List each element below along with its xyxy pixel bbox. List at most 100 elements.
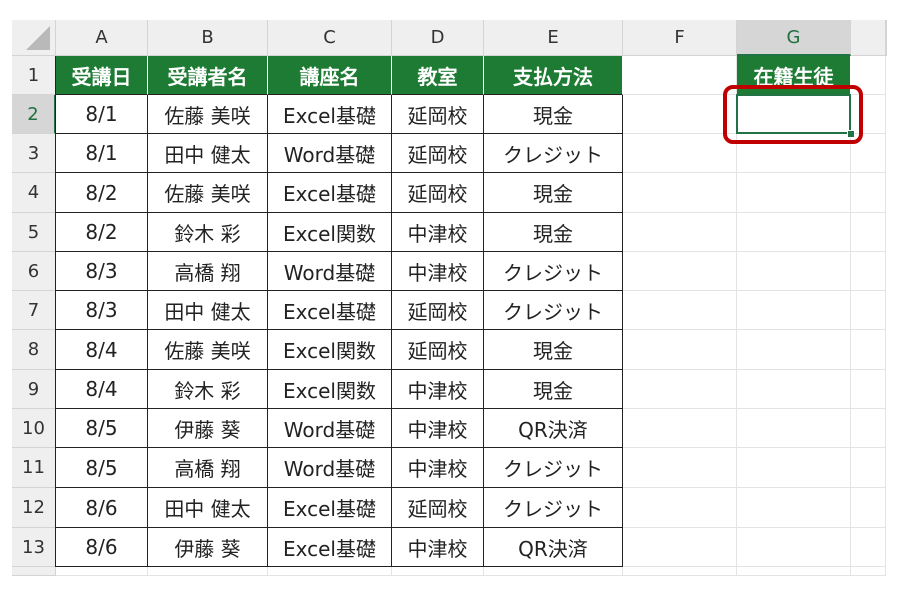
table-header-cell[interactable]: 教室 xyxy=(392,56,484,95)
empty-cell[interactable] xyxy=(851,448,886,488)
empty-cell[interactable] xyxy=(737,173,851,213)
row-header-4[interactable]: 4 xyxy=(12,173,56,213)
empty-cell[interactable] xyxy=(392,567,484,576)
table-cell[interactable]: Excel関数 xyxy=(268,213,392,252)
table-cell[interactable]: 田中 健太 xyxy=(148,488,268,528)
table-cell[interactable]: 8/2 xyxy=(56,173,148,213)
table-header-cell[interactable]: 受講者名 xyxy=(148,56,268,95)
table-cell[interactable]: 高橋 翔 xyxy=(148,252,268,291)
table-cell[interactable]: 伊藤 葵 xyxy=(148,528,268,567)
row-header-11[interactable]: 11 xyxy=(12,448,56,488)
empty-cell[interactable] xyxy=(737,409,851,448)
table-cell[interactable]: 8/1 xyxy=(56,134,148,173)
table-cell[interactable]: Excel関数 xyxy=(268,370,392,409)
table-cell[interactable]: 8/5 xyxy=(56,448,148,488)
table-cell[interactable]: 田中 健太 xyxy=(148,291,268,330)
empty-cell[interactable] xyxy=(851,252,886,291)
column-header-c[interactable]: C xyxy=(268,20,392,56)
empty-cell[interactable] xyxy=(851,488,886,528)
table-header-cell[interactable]: 支払方法 xyxy=(484,56,623,95)
empty-cell[interactable] xyxy=(623,409,737,448)
empty-cell[interactable] xyxy=(851,409,886,448)
empty-cell[interactable] xyxy=(623,213,737,252)
table-cell[interactable]: 高橋 翔 xyxy=(148,448,268,488)
row-header-13[interactable]: 13 xyxy=(12,528,56,567)
table-cell[interactable]: 延岡校 xyxy=(392,291,484,330)
table-cell[interactable]: クレジット xyxy=(484,252,623,291)
table-header-cell[interactable]: 受講日 xyxy=(56,56,148,95)
table-cell[interactable]: QR決済 xyxy=(484,409,623,448)
table-cell[interactable]: 鈴木 彩 xyxy=(148,213,268,252)
empty-cell[interactable] xyxy=(737,370,851,409)
table-cell[interactable]: Excel基礎 xyxy=(268,173,392,213)
table-cell[interactable]: 8/6 xyxy=(56,488,148,528)
select-all-corner[interactable] xyxy=(12,20,56,56)
table-cell[interactable]: 延岡校 xyxy=(392,173,484,213)
empty-cell[interactable] xyxy=(623,567,737,576)
table-cell[interactable]: 延岡校 xyxy=(392,330,484,370)
column-header-d[interactable]: D xyxy=(392,20,484,56)
empty-cell[interactable] xyxy=(851,567,886,576)
table-cell[interactable]: Word基礎 xyxy=(268,448,392,488)
table-cell[interactable]: Word基礎 xyxy=(268,134,392,173)
empty-cell[interactable] xyxy=(623,291,737,330)
table-cell[interactable]: 8/6 xyxy=(56,528,148,567)
empty-cell[interactable] xyxy=(623,252,737,291)
table-cell[interactable]: 中津校 xyxy=(392,252,484,291)
empty-cell[interactable] xyxy=(851,528,886,567)
empty-cell[interactable] xyxy=(851,213,886,252)
empty-cell[interactable] xyxy=(851,291,886,330)
empty-cell[interactable] xyxy=(737,330,851,370)
table-cell[interactable]: 伊藤 葵 xyxy=(148,409,268,448)
row-header-blank[interactable] xyxy=(12,567,56,576)
table-cell[interactable]: 田中 健太 xyxy=(148,134,268,173)
column-header-blank[interactable] xyxy=(886,20,887,56)
column-header-f[interactable]: F xyxy=(623,20,737,56)
empty-cell[interactable] xyxy=(851,173,886,213)
empty-cell[interactable] xyxy=(623,134,737,173)
row-header-1[interactable]: 1 xyxy=(12,56,56,95)
table-cell[interactable]: Excel基礎 xyxy=(268,291,392,330)
table-cell[interactable]: 延岡校 xyxy=(392,488,484,528)
empty-cell[interactable] xyxy=(737,528,851,567)
empty-cell[interactable] xyxy=(737,488,851,528)
table-cell[interactable]: 佐藤 美咲 xyxy=(148,330,268,370)
table-cell[interactable]: 8/4 xyxy=(56,330,148,370)
table-cell[interactable]: Word基礎 xyxy=(268,252,392,291)
row-header-9[interactable]: 9 xyxy=(12,370,56,409)
empty-cell[interactable] xyxy=(623,528,737,567)
row-header-2[interactable]: 2 xyxy=(12,95,56,134)
table-cell[interactable]: 8/1 xyxy=(56,95,148,134)
empty-cell[interactable] xyxy=(737,448,851,488)
empty-cell[interactable] xyxy=(623,370,737,409)
table-cell[interactable]: Word基礎 xyxy=(268,409,392,448)
empty-cell[interactable] xyxy=(851,370,886,409)
table-cell[interactable]: 現金 xyxy=(484,213,623,252)
table-cell[interactable]: 8/3 xyxy=(56,252,148,291)
table-cell[interactable]: クレジット xyxy=(484,291,623,330)
table-cell[interactable]: 中津校 xyxy=(392,213,484,252)
empty-cell[interactable] xyxy=(737,291,851,330)
table-cell[interactable]: 佐藤 美咲 xyxy=(148,95,268,134)
table-cell[interactable]: 現金 xyxy=(484,173,623,213)
column-header-blank[interactable] xyxy=(851,20,886,56)
table-cell[interactable]: 8/5 xyxy=(56,409,148,448)
row-header-6[interactable]: 6 xyxy=(12,252,56,291)
empty-cell[interactable] xyxy=(623,56,737,95)
table-cell[interactable]: 8/4 xyxy=(56,370,148,409)
empty-cell[interactable] xyxy=(623,173,737,213)
table-cell[interactable]: 現金 xyxy=(484,370,623,409)
table-header-cell[interactable]: 講座名 xyxy=(268,56,392,95)
row-header-3[interactable]: 3 xyxy=(12,134,56,173)
column-header-e[interactable]: E xyxy=(484,20,623,56)
row-header-5[interactable]: 5 xyxy=(12,213,56,252)
table-cell[interactable]: 中津校 xyxy=(392,448,484,488)
empty-cell[interactable] xyxy=(148,567,268,576)
empty-cell[interactable] xyxy=(623,330,737,370)
empty-cell[interactable] xyxy=(268,567,392,576)
table-cell[interactable]: 延岡校 xyxy=(392,95,484,134)
table-cell[interactable]: 現金 xyxy=(484,95,623,134)
empty-cell[interactable] xyxy=(851,330,886,370)
table-cell[interactable]: 鈴木 彩 xyxy=(148,370,268,409)
table-cell[interactable]: 佐藤 美咲 xyxy=(148,173,268,213)
